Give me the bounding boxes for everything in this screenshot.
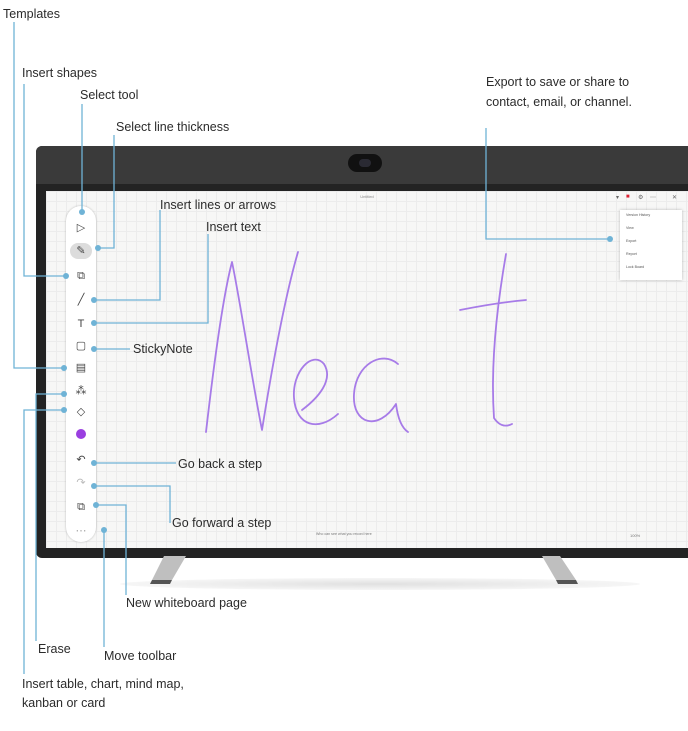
callout-dot-insert-shapes — [63, 273, 69, 279]
callout-line-insert-shapes — [23, 84, 66, 277]
label-insert-text: Insert text — [206, 220, 261, 234]
letter-a — [353, 357, 409, 433]
label-move-toolbar: Move toolbar — [104, 649, 177, 663]
label-export: Export to save or share to contact, emai… — [486, 75, 632, 109]
callout-dot-export — [607, 236, 613, 242]
letter-e — [293, 358, 339, 425]
callout-dot-move-toolbar — [101, 527, 107, 533]
callout-dot-templates — [61, 365, 67, 371]
callout-dot-go-back — [91, 460, 97, 466]
callout-dot-erase — [61, 391, 67, 397]
handwriting-neat — [205, 251, 527, 433]
letter-n — [205, 251, 299, 433]
callout-line-insert-table — [23, 409, 64, 674]
callout-dot-go-forward — [91, 483, 97, 489]
callout-dot-lines-arrows — [91, 297, 97, 303]
callout-line-new-page — [96, 504, 127, 595]
callout-line-export — [485, 128, 610, 240]
label-templates: Templates — [3, 7, 60, 21]
label-go-forward-a-step: Go forward a step — [172, 516, 272, 530]
label-new-whiteboard-page: New whiteboard page — [126, 596, 247, 610]
callout-dot-insert-table — [61, 407, 67, 413]
label-sticky-note: StickyNote — [133, 342, 193, 356]
callout-lines — [13, 22, 610, 674]
letter-t-stem — [492, 253, 513, 427]
callout-line-line-thickness — [98, 135, 115, 249]
callout-line-erase — [35, 393, 64, 641]
letter-t-bar — [459, 299, 527, 311]
label-select-tool: Select tool — [80, 88, 139, 102]
callout-dot-select-tool — [79, 209, 85, 215]
callout-dots — [61, 209, 613, 533]
callout-dot-new-page — [93, 502, 99, 508]
label-go-back-a-step: Go back a step — [178, 457, 263, 471]
label-erase: Erase — [38, 642, 71, 656]
label-select-line-thickness: Select line thickness — [116, 120, 230, 134]
callout-dot-insert-text — [91, 320, 97, 326]
label-insert-shapes: Insert shapes — [22, 66, 98, 80]
callout-dot-sticky-note — [91, 346, 97, 352]
callout-line-lines-arrows — [94, 210, 161, 301]
callout-dot-line-thickness — [95, 245, 101, 251]
label-insert-lines-or-arrows: Insert lines or arrows — [160, 198, 277, 212]
label-insert-table: Insert table, chart, mind map, kanban or… — [22, 677, 184, 710]
